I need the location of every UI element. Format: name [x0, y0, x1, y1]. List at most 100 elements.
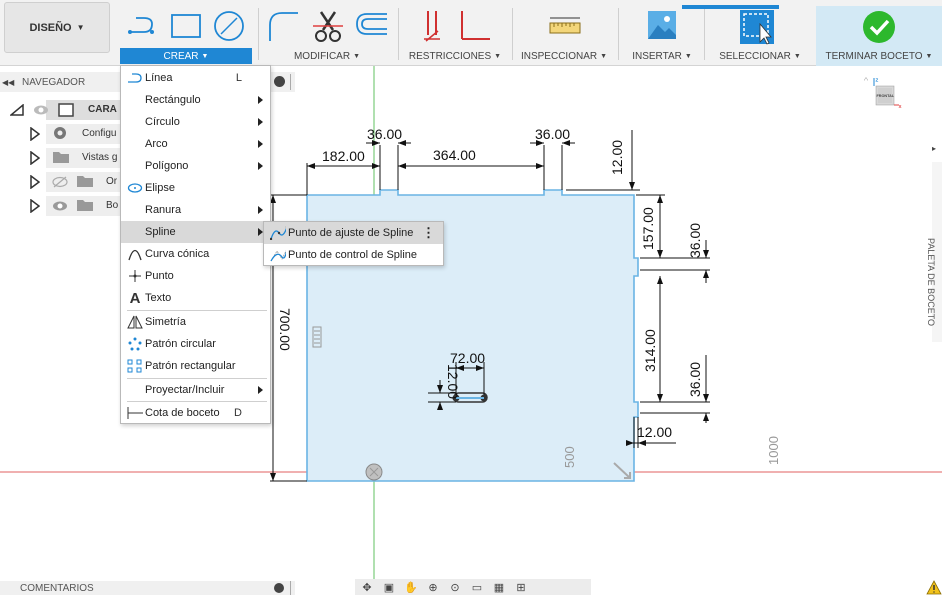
modify-label: MODIFICAR [293, 50, 351, 62]
nav-item-label[interactable]: Bo [106, 200, 118, 211]
create-menu-button[interactable]: CREAR ▼ [120, 48, 252, 64]
menu-item-slot[interactable]: Ranura [121, 199, 270, 221]
palette-expand-arrows-icon[interactable]: ▸ [932, 142, 942, 156]
control-point-spline-icon [270, 247, 286, 263]
restrictions-label: RESTRICCIONES [408, 50, 492, 62]
dim-top-middle[interactable]: 364.00 [433, 147, 476, 163]
select-menu-button[interactable]: SELECCIONAR ▼ [708, 48, 812, 64]
menu-item-circle[interactable]: Círculo [121, 111, 270, 133]
modify-menu-button[interactable]: MODIFICAR ▼ [262, 48, 392, 64]
more-options-icon[interactable]: ⋮ [422, 225, 435, 241]
axis-label-1000: 1000 [766, 436, 781, 465]
eye-icon[interactable] [52, 200, 68, 212]
dim-right-top[interactable]: 12.00 [609, 140, 625, 175]
measure-icon[interactable] [548, 15, 582, 39]
menu-item-mirror[interactable]: Simetría [121, 311, 270, 333]
look-at-icon[interactable]: ▣ [381, 580, 397, 594]
submenu-arrow-icon [258, 96, 263, 104]
navigator-options-icon[interactable] [274, 76, 285, 87]
collapse-arrows-icon[interactable]: ◀◀ [2, 78, 16, 87]
fit-icon[interactable]: ⊙ [447, 580, 463, 594]
offset-icon[interactable] [353, 10, 389, 40]
coincident-icon[interactable] [420, 9, 446, 43]
dim-height[interactable]: 700.00 [277, 308, 293, 351]
dim-right-157[interactable]: 157.00 [640, 207, 656, 250]
dim-right-bottom[interactable]: 12.00 [637, 424, 672, 440]
fillet-icon[interactable] [266, 9, 302, 43]
design-workspace-button[interactable]: DISEÑO ▼ [4, 2, 110, 53]
insert-image-icon[interactable] [647, 10, 677, 40]
rectangle-icon[interactable] [169, 12, 203, 40]
sketch-palette-label: PALETA DE BOCETO [926, 238, 936, 327]
dim-right-36b[interactable]: 36.00 [687, 362, 703, 397]
dim-right-314[interactable]: 314.00 [642, 329, 658, 372]
comments-panel[interactable]: COMENTARIOS [0, 581, 295, 595]
insert-menu-button[interactable]: INSERTAR ▼ [624, 48, 700, 64]
nav-item-label[interactable]: Or [106, 176, 117, 187]
inspect-menu-button[interactable]: INSPECCIONAR ▼ [516, 48, 612, 64]
dim-top-left[interactable]: 182.00 [322, 148, 365, 164]
axis-label-500: 500 [562, 446, 577, 468]
menu-item-conic-curve[interactable]: Curva cónica [121, 243, 270, 265]
grid-settings-icon[interactable]: ▦ [491, 580, 507, 594]
select-icon[interactable] [738, 8, 778, 46]
view-cube[interactable]: Z X FRONTAL [862, 74, 902, 116]
menu-item-polygon[interactable]: Polígono [121, 155, 270, 177]
expand-triangle-icon[interactable] [30, 151, 40, 165]
menu-item-circular-pattern[interactable]: Patrón circular [121, 333, 270, 355]
restrictions-menu-button[interactable]: RESTRICCIONES ▼ [400, 48, 510, 64]
conic-icon [127, 246, 143, 262]
nav-item-label[interactable]: Configu [82, 128, 116, 139]
chevron-down-icon: ▼ [600, 52, 608, 60]
horizontal-vertical-icon[interactable] [456, 9, 492, 43]
finish-sketch-label: TERMINAR BOCETO [825, 50, 923, 62]
menu-item-control-point-spline[interactable]: Punto de control de Spline [264, 244, 443, 266]
viewports-icon[interactable]: ⊞ [513, 580, 529, 594]
expand-triangle-icon[interactable] [30, 127, 40, 141]
expand-triangle-icon[interactable] [30, 175, 40, 189]
menu-item-point[interactable]: Punto [121, 265, 270, 287]
select-label: SELECCIONAR [719, 50, 791, 62]
expand-triangle-icon[interactable] [10, 104, 24, 116]
dim-notch-left[interactable]: 36.00 [367, 126, 402, 142]
submenu-arrow-icon [258, 206, 263, 214]
menu-item-text[interactable]: A Texto [121, 287, 270, 309]
circle-icon[interactable] [212, 9, 246, 43]
menu-item-fit-point-spline[interactable]: Punto de ajuste de Spline ⋮ [264, 222, 443, 244]
folder-icon [53, 152, 69, 163]
pan-icon[interactable]: ✋ [403, 580, 419, 594]
eye-hidden-icon[interactable] [52, 176, 68, 188]
menu-item-line[interactable]: Línea L [121, 67, 270, 89]
zoom-icon[interactable]: ⊕ [425, 580, 441, 594]
eye-icon[interactable] [33, 104, 49, 116]
menu-item-sketch-dimension[interactable]: Cota de boceto D [121, 402, 270, 424]
menu-item-ellipse[interactable]: Elipse [121, 177, 270, 199]
dimension-icon [127, 405, 143, 421]
line-icon[interactable] [126, 10, 162, 40]
display-settings-icon[interactable]: ▭ [469, 580, 485, 594]
create-label: CREAR [163, 50, 199, 62]
design-label: DISEÑO [29, 21, 72, 34]
menu-item-spline[interactable]: Spline [121, 221, 270, 243]
dim-right-36a[interactable]: 36.00 [687, 223, 703, 258]
menu-item-rectangular-pattern[interactable]: Patrón rectangular [121, 355, 270, 377]
inspect-label: INSPECCIONAR [520, 50, 598, 62]
nav-item-label[interactable]: Vistas g [82, 152, 117, 163]
dim-notch-right[interactable]: 36.00 [535, 126, 570, 142]
menu-item-rectangle[interactable]: Rectángulo [121, 89, 270, 111]
menu-item-arc[interactable]: Arco [121, 133, 270, 155]
finish-check-icon[interactable] [862, 10, 896, 44]
text-icon: A [129, 289, 141, 307]
folder-icon [77, 200, 93, 211]
fit-point-spline-icon [270, 225, 286, 241]
trim-icon[interactable] [311, 8, 345, 44]
rectangular-pattern-icon [127, 358, 143, 374]
orbit-icon[interactable]: ✥ [359, 580, 375, 594]
menu-item-project-include[interactable]: Proyectar/Incluir [121, 379, 270, 401]
add-comment-icon[interactable] [274, 583, 284, 593]
dim-slot-height[interactable]: 12.00 [445, 364, 461, 399]
warning-icon[interactable] [926, 580, 942, 595]
nav-item-label[interactable]: CARA [88, 104, 117, 115]
expand-triangle-icon[interactable] [30, 199, 40, 213]
finish-sketch-button[interactable]: TERMINAR BOCETO ▼ [816, 48, 942, 64]
